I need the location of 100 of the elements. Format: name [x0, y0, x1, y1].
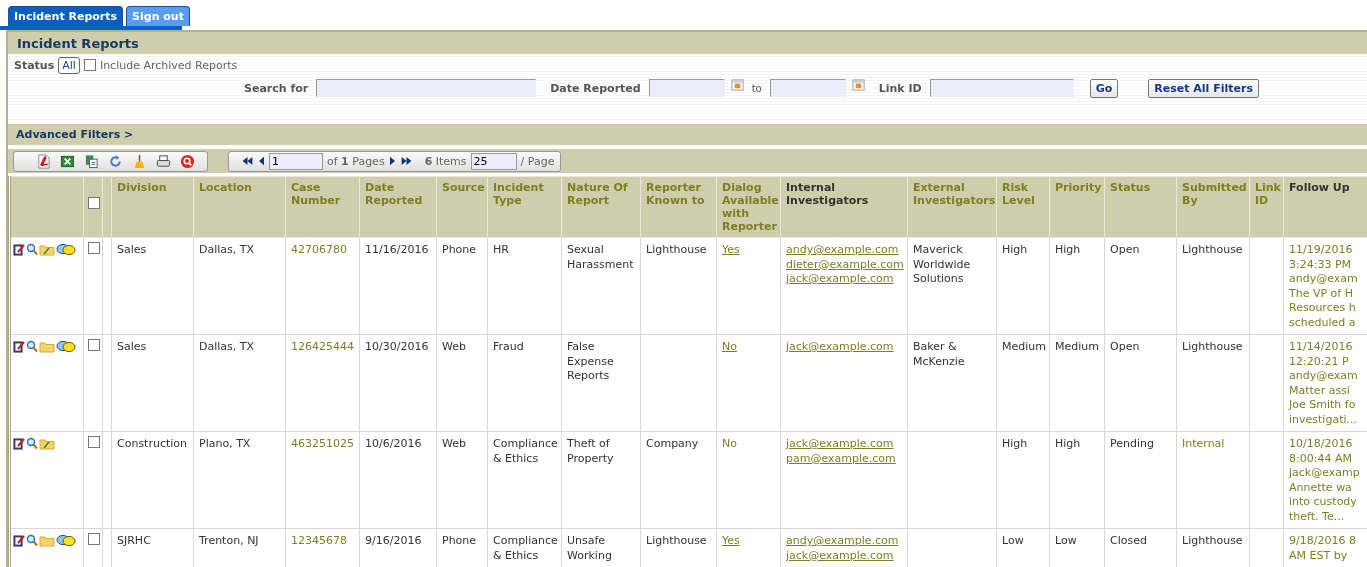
table-cell-text: Lighthouse	[646, 243, 707, 256]
magnifier-icon[interactable]	[26, 340, 38, 353]
dialog-link[interactable]: Yes	[722, 534, 740, 547]
column-header[interactable]: Location	[199, 181, 280, 194]
table-cell-text: Lighthouse	[1182, 243, 1243, 256]
page-count: of 1 Pages	[327, 154, 385, 168]
email-link[interactable]: andy@example.com	[786, 534, 902, 549]
follow-up-text: 10/18/2016	[1289, 437, 1354, 452]
table-cell-text: High	[1055, 437, 1081, 450]
row-checkbox[interactable]	[88, 533, 100, 545]
magnifier-icon[interactable]	[26, 437, 38, 450]
row-checkbox[interactable]	[88, 339, 100, 351]
first-page-icon[interactable]	[241, 156, 254, 166]
edit-icon[interactable]	[13, 340, 25, 353]
table-cell-text: Open	[1110, 340, 1140, 353]
case-number-link[interactable]: 126425444	[291, 340, 354, 353]
table-cell-text: Closed	[1110, 534, 1147, 547]
date-to-field[interactable]	[769, 79, 846, 97]
chat-icon[interactable]	[56, 534, 76, 547]
table-cell-text: HR	[493, 243, 509, 256]
link-id-field[interactable]	[929, 79, 1074, 97]
follow-up-text: Resources h	[1289, 301, 1357, 316]
follow-up-text: The VP of H	[1289, 286, 1354, 301]
email-link[interactable]: dieter@example.com	[786, 257, 902, 272]
edit-icon[interactable]	[13, 534, 25, 547]
status-all-button[interactable]: All	[58, 56, 80, 74]
email-link[interactable]: jack@example.com	[786, 437, 902, 452]
advanced-filters-link[interactable]: Advanced Filters >	[16, 128, 134, 141]
next-page-icon[interactable]	[388, 156, 396, 166]
date-from-field[interactable]	[648, 79, 725, 97]
email-link[interactable]: jack@example.com	[786, 272, 902, 287]
go-button[interactable]: Go	[1089, 78, 1119, 98]
follow-up-text: andy@exam	[1289, 272, 1359, 287]
case-number-link[interactable]: 42706780	[291, 243, 347, 256]
status-label: Status	[14, 58, 55, 72]
table-cell-text: Fraud	[493, 340, 524, 353]
table-cell-text: Lighthouse	[1182, 340, 1243, 353]
chat-icon[interactable]	[56, 243, 76, 256]
table-cell-text: Dallas, TX	[199, 340, 255, 353]
follow-up-text: 12:20:21 P	[1289, 354, 1350, 369]
table-cell-text: SJRHC	[117, 534, 151, 547]
follow-up-text: 11/19/2016	[1289, 243, 1354, 258]
page-field[interactable]: 1	[269, 152, 323, 170]
edit-icon[interactable]	[13, 437, 25, 450]
spreadsheet-icon[interactable]	[60, 153, 75, 169]
row-checkbox[interactable]	[88, 436, 100, 448]
table-cell-text: Sales	[117, 243, 147, 256]
table-cell-text: Phone	[442, 243, 477, 256]
edit-icon[interactable]	[13, 243, 25, 256]
column-header[interactable]: Status	[1110, 181, 1171, 194]
table-cell-text: Medium	[1002, 340, 1046, 353]
column-header[interactable]: Source	[442, 181, 482, 194]
column-header[interactable]: Division	[117, 181, 188, 194]
dialog-text: No	[722, 437, 737, 450]
select-all-checkbox[interactable]	[88, 197, 100, 209]
broom-icon[interactable]	[132, 153, 147, 169]
search-field[interactable]	[316, 79, 537, 97]
table-cell-text: Sexual Harassment	[567, 243, 634, 271]
table-cell-text: Construction	[117, 437, 188, 450]
dialog-link[interactable]: Yes	[722, 243, 740, 256]
follow-up-text: Matter assi	[1289, 383, 1351, 398]
previous-page-icon[interactable]	[258, 156, 265, 166]
table-cell-text: False Expense Reports	[567, 340, 614, 382]
follow-up-text: jack@examp	[1289, 466, 1361, 481]
follow-up-text: Joe Smith fo	[1289, 398, 1357, 413]
search-icon[interactable]	[180, 153, 195, 169]
row-checkbox[interactable]	[88, 242, 100, 254]
table-cell-text: Medium	[1055, 340, 1099, 353]
magnifier-icon[interactable]	[26, 243, 38, 256]
email-link[interactable]: jack@example.com	[786, 340, 902, 355]
page-size-field[interactable]: 25	[470, 152, 517, 170]
tab[interactable]: Sign out	[126, 6, 190, 26]
table-cell-text: Theft of Property	[567, 437, 614, 465]
last-page-icon[interactable]	[399, 156, 413, 166]
table-cell-text: Compliance & Ethics	[493, 437, 558, 465]
follow-up-text: scheduled a	[1289, 315, 1357, 330]
table-cell-text: Baker & McKenzie	[913, 340, 965, 368]
tab[interactable]: Incident Reports	[8, 6, 124, 26]
email-link[interactable]: pam@example.com	[786, 451, 902, 466]
table-cell-text: Lighthouse	[1182, 534, 1243, 547]
table-cell-text: Low	[1002, 534, 1024, 547]
folder-icon[interactable]	[39, 437, 55, 450]
table-cell-text: Unsafe Working	[567, 534, 612, 562]
email-link[interactable]: jack@example.com	[786, 548, 902, 563]
case-number-link[interactable]: 463251025	[291, 437, 354, 450]
table-cell-text: Trenton, NJ	[199, 534, 259, 547]
email-link[interactable]: andy@example.com	[786, 243, 902, 258]
chat-icon[interactable]	[56, 340, 76, 353]
print-icon[interactable]	[156, 153, 171, 169]
checkbox[interactable]	[83, 59, 96, 71]
archived-label: Include Archived Reports	[99, 58, 238, 72]
magnifier-icon[interactable]	[26, 534, 38, 547]
export-icon[interactable]	[84, 153, 99, 169]
dialog-link[interactable]: No	[722, 340, 737, 353]
pdf-icon[interactable]	[36, 153, 51, 169]
table-cell-text: Open	[1110, 243, 1140, 256]
refresh-icon[interactable]	[108, 153, 123, 169]
folder-icon[interactable]	[39, 243, 55, 256]
column-header[interactable]: Priority	[1055, 181, 1099, 194]
reset-filters-button[interactable]: Reset All Filters	[1148, 78, 1259, 98]
